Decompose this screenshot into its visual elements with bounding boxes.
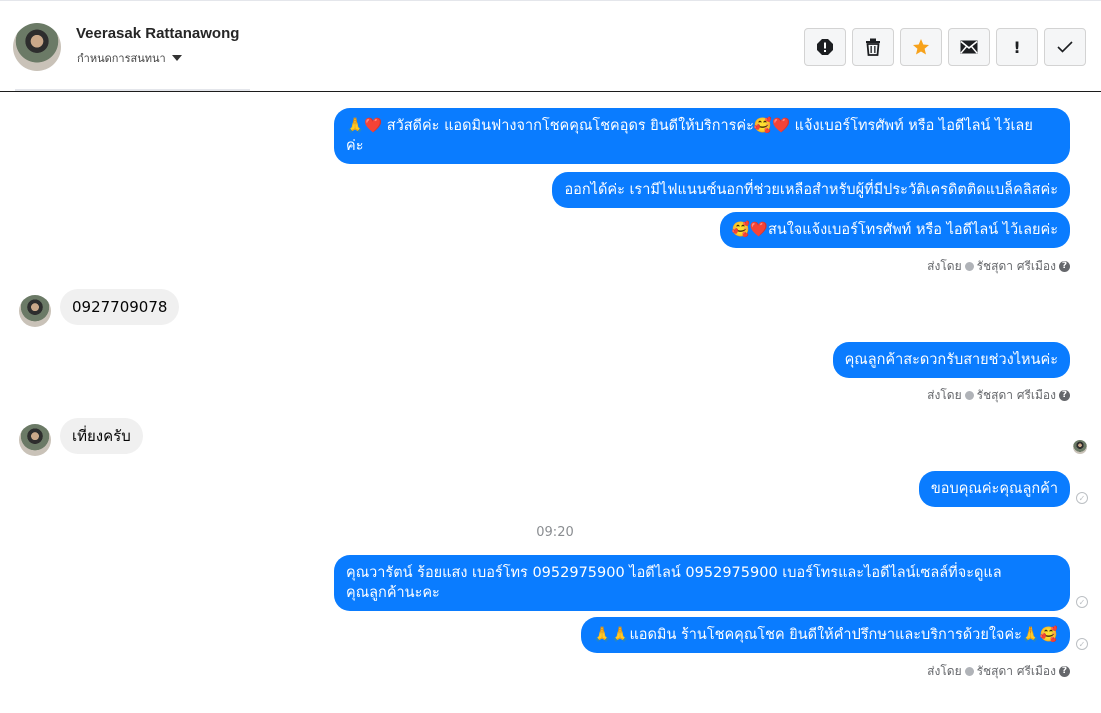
mail-icon (960, 40, 978, 54)
exclamation-icon: ! (1013, 37, 1021, 57)
mark-done-button[interactable] (1044, 28, 1086, 66)
message-text: ขอบคุณค่ะคุณลูกค้า (930, 481, 1058, 497)
delete-button[interactable] (852, 28, 894, 66)
sent-by-label: ส่งโดย รัชสุดา ศรีเมือง ? (927, 662, 1070, 681)
mark-important-button[interactable]: ! (996, 28, 1038, 66)
spam-icon (817, 39, 833, 55)
conversation-assign-label: กำหนดการสนทนา (77, 52, 166, 65)
seen-avatar (1073, 440, 1087, 454)
agent-icon (964, 391, 974, 400)
conversation-assign-dropdown[interactable]: กำหนดการสนทนา (77, 49, 182, 67)
caret-down-icon (171, 55, 182, 61)
agent-icon (964, 667, 974, 676)
sent-by-prefix: ส่งโดย (927, 259, 962, 273)
sent-by-agent[interactable]: รัชสุดา ศรีเมือง (977, 257, 1056, 276)
message-text: 🙏🙏แอดมิน ร้านโชคคุณโชค ยินดีให้คำปรึกษาแ… (593, 627, 1058, 643)
agent-icon (964, 262, 974, 271)
incoming-message[interactable]: 0927709078 (60, 289, 180, 325)
contact-name[interactable]: Veerasak Rattanawong (76, 25, 239, 42)
outgoing-message[interactable]: ขอบคุณค่ะคุณลูกค้า (918, 471, 1070, 507)
sent-by-agent[interactable]: รัชสุดา ศรีเมือง (977, 662, 1056, 681)
message-text: 🥰❤️สนใจแจ้งเบอร์โทรศัพท์ หรือ ไอดีไลน์ ไ… (731, 222, 1058, 238)
delivered-check-icon: ✓ (1076, 638, 1088, 650)
help-icon[interactable]: ? (1059, 390, 1070, 401)
delivered-check-icon: ✓ (1076, 596, 1088, 608)
help-icon[interactable]: ? (1059, 261, 1070, 272)
message-text: คุณลูกค้านะคะ (346, 585, 440, 601)
sent-by-label: ส่งโดย รัชสุดา ศรีเมือง ? (927, 386, 1070, 405)
outgoing-message[interactable]: 🙏🙏แอดมิน ร้านโชคคุณโชค ยินดีให้คำปรึกษาแ… (581, 617, 1070, 653)
trash-icon (866, 38, 880, 56)
checkmark-icon (1057, 41, 1073, 53)
message-timestamp: 09:20 (536, 525, 574, 540)
incoming-message[interactable]: เที่ยงครับ (60, 418, 143, 454)
message-text: ออกได้ค่ะ เรามีไฟแนนซ์นอกที่ช่วยเหลือสำห… (564, 182, 1058, 198)
sender-avatar[interactable] (19, 424, 51, 456)
message-text: 🙏❤️ สวัสดีค่ะ แอดมินฟางจากโชคคุณโชคอุดร … (346, 118, 1033, 134)
outgoing-message[interactable]: 🥰❤️สนใจแจ้งเบอร์โทรศัพท์ หรือ ไอดีไลน์ ไ… (719, 212, 1070, 248)
star-icon (913, 39, 929, 55)
conversation-header: Veerasak Rattanawong กำหนดการสนทนา ! (0, 0, 1101, 92)
message-text: 0927709078 (72, 298, 168, 316)
sent-by-prefix: ส่งโดย (927, 388, 962, 402)
mark-spam-button[interactable] (804, 28, 846, 66)
message-text: คุณลูกค้าสะดวกรับสายช่วงไหนค่ะ (844, 352, 1058, 368)
message-text: เที่ยงครับ (72, 427, 131, 445)
sender-avatar[interactable] (19, 295, 51, 327)
star-button[interactable] (900, 28, 942, 66)
outgoing-message[interactable]: คุณวารัตน์ ร้อยแสง เบอร์โทร 0952975900 ไ… (334, 555, 1070, 611)
sent-by-label: ส่งโดย รัชสุดา ศรีเมือง ? (927, 257, 1070, 276)
sent-by-agent[interactable]: รัชสุดา ศรีเมือง (977, 386, 1056, 405)
message-text: คุณวารัตน์ ร้อยแสง เบอร์โทร 0952975900 ไ… (346, 565, 1002, 581)
outgoing-message[interactable]: ออกได้ค่ะ เรามีไฟแนนซ์นอกที่ช่วยเหลือสำห… (552, 172, 1070, 208)
delivered-check-icon: ✓ (1076, 492, 1088, 504)
conversation-toolbar: ! (804, 28, 1086, 66)
message-text: ค่ะ (346, 138, 364, 154)
sent-by-prefix: ส่งโดย (927, 664, 962, 678)
outgoing-message[interactable]: 🙏❤️ สวัสดีค่ะ แอดมินฟางจากโชคคุณโชคอุดร … (334, 108, 1070, 164)
mark-unread-button[interactable] (948, 28, 990, 66)
help-icon[interactable]: ? (1059, 666, 1070, 677)
message-thread[interactable]: 🙏❤️ สวัสดีค่ะ แอดมินฟางจากโชคคุณโชคอุดร … (0, 89, 1101, 713)
partial-message-divider (15, 89, 250, 91)
outgoing-message[interactable]: คุณลูกค้าสะดวกรับสายช่วงไหนค่ะ (832, 342, 1070, 378)
contact-avatar[interactable] (13, 23, 61, 71)
